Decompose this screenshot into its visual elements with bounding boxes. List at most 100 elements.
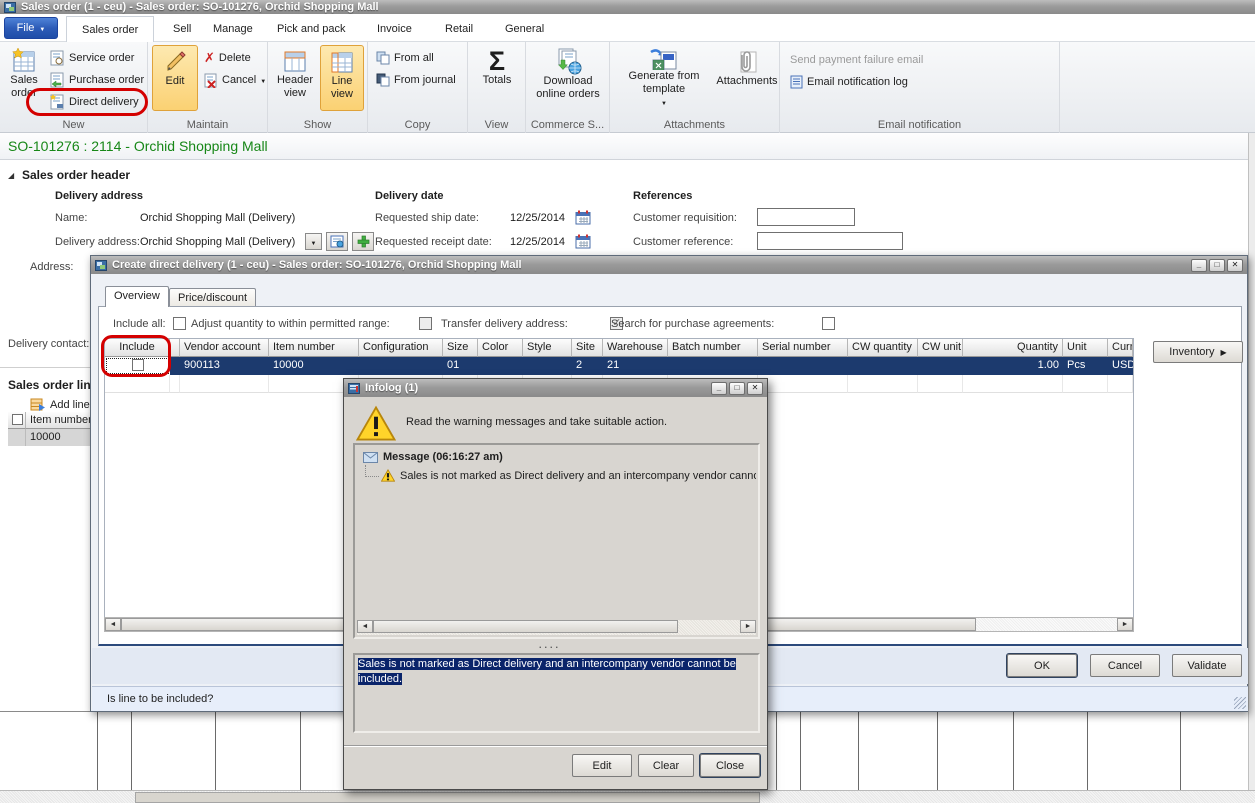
maximize-button[interactable]: □ <box>1209 259 1225 272</box>
group-references: References <box>633 190 692 202</box>
tab-sales-order[interactable]: Sales order <box>66 16 154 42</box>
window-title: Sales order (1 - ceu) - Sales order: SO-… <box>21 1 379 13</box>
direct-delivery-annotation <box>26 88 148 116</box>
send-payment-failure-email-button[interactable]: Send payment failure email <box>790 50 923 70</box>
customer-requisition-input[interactable] <box>757 208 855 226</box>
include-column-annotation <box>101 335 171 377</box>
clear-button[interactable]: Clear <box>638 754 694 777</box>
tab-overview[interactable]: Overview <box>105 286 169 307</box>
copy-from-all-icon <box>376 51 390 65</box>
service-order-button[interactable]: Service order <box>50 48 134 68</box>
file-menu-button[interactable]: File <box>4 17 58 39</box>
add-line-button[interactable]: Add line <box>30 398 90 411</box>
group-delivery-date: Delivery date <box>375 190 443 202</box>
tree-horizontal-scrollbar[interactable]: ◄ ► <box>357 620 756 635</box>
tab-price-discount[interactable]: Price/discount <box>169 288 256 307</box>
maximize-button[interactable]: □ <box>729 382 745 395</box>
from-all-button[interactable]: From all <box>376 48 434 68</box>
delivery-address-dropdown-button[interactable] <box>305 233 322 250</box>
sales-order-header-expander[interactable] <box>8 169 14 181</box>
infolog-instruction: Read the warning messages and take suita… <box>406 416 667 428</box>
infolog-detail-panel[interactable]: Sales is not marked as Direct delivery a… <box>353 653 760 733</box>
requested-ship-date-value[interactable]: 12/25/2014 <box>510 212 565 224</box>
message-header-item[interactable]: Message (06:16:27 am) <box>363 451 503 463</box>
resize-grip[interactable] <box>1234 697 1246 709</box>
tab-invoice[interactable]: Invoice <box>362 16 427 42</box>
grid-data-row[interactable]: 900113 10000 01 2 21 1.00 Pcs USD <box>105 357 1133 375</box>
scroll-left-arrow[interactable]: ◄ <box>105 618 121 631</box>
tab-retail[interactable]: Retail <box>430 16 488 42</box>
tree-connector <box>365 465 379 477</box>
vendor-account-cell: 900113 <box>180 357 269 375</box>
delete-button[interactable]: ✗ Delete <box>204 48 251 68</box>
scrollbar-thumb[interactable] <box>373 620 678 633</box>
requested-receipt-date-value[interactable]: 12/25/2014 <box>510 236 565 248</box>
add-address-button[interactable] <box>352 232 374 251</box>
tab-general[interactable]: General <box>490 16 559 42</box>
unit-cell: Pcs <box>1063 357 1108 375</box>
group-label-maintain: Maintain <box>148 119 267 131</box>
transfer-address-label: Transfer delivery address: <box>441 318 568 330</box>
small-warning-icon <box>381 469 395 482</box>
download-online-orders-button[interactable]: Download online orders <box>529 45 607 111</box>
generate-template-icon <box>649 48 679 70</box>
search-agreements-checkbox[interactable] <box>822 317 835 330</box>
include-all-checkbox[interactable] <box>173 317 186 330</box>
infolog-icon <box>348 383 360 394</box>
generate-from-template-button[interactable]: Generate from template <box>614 45 714 111</box>
dialog-title: Create direct delivery (1 - ceu) - Sales… <box>112 259 522 271</box>
file-menu-label: File <box>17 22 35 34</box>
cancel-button[interactable]: Cancel <box>204 70 266 90</box>
select-all-checkbox[interactable] <box>12 414 23 425</box>
view-address-map-button[interactable] <box>326 232 348 251</box>
line-view-button[interactable]: Line view <box>320 45 364 111</box>
window-horizontal-scrollbar[interactable] <box>0 790 1255 803</box>
grid-header-row[interactable]: Include Vendor account Item number Confi… <box>105 339 1133 357</box>
validate-button[interactable]: Validate <box>1172 654 1242 677</box>
infolog-title: Infolog (1) <box>365 382 418 394</box>
ribbon-group-show: Header view Line view Show <box>268 42 368 133</box>
inventory-button[interactable]: Inventory ▶ <box>1153 341 1243 363</box>
copy-from-journal-icon <box>376 73 390 87</box>
attachments-button[interactable]: Attachments <box>716 45 778 111</box>
totals-button[interactable]: Totals <box>473 45 521 111</box>
tab-pick-and-pack[interactable]: Pick and pack <box>262 16 360 42</box>
close-button[interactable]: ✕ <box>747 382 763 395</box>
new-sales-order-icon <box>11 48 37 74</box>
ok-button[interactable]: OK <box>1007 654 1077 677</box>
close-button[interactable]: ✕ <box>1227 259 1243 272</box>
ribbon-group-view: Totals View <box>468 42 526 133</box>
site-cell: 2 <box>572 357 603 375</box>
close-button[interactable]: Close <box>700 754 760 777</box>
group-label-new: New <box>0 119 147 131</box>
adjust-quantity-checkbox[interactable] <box>419 317 432 330</box>
email-notification-log-button[interactable]: Email notification log <box>790 72 908 92</box>
minimize-button[interactable]: _ <box>1191 259 1207 272</box>
button-divider <box>344 745 767 747</box>
edit-button[interactable]: Edit <box>572 754 632 777</box>
warning-message-item[interactable]: Sales is not marked as Direct delivery a… <box>381 469 756 482</box>
scroll-left-arrow[interactable]: ◄ <box>357 620 373 633</box>
scroll-right-arrow[interactable]: ► <box>1117 618 1133 631</box>
include-all-label: Include all: <box>113 318 166 330</box>
cancel-button[interactable]: Cancel <box>1090 654 1160 677</box>
direct-delivery-title-bar: Create direct delivery (1 - ceu) - Sales… <box>91 256 1247 274</box>
splitter-handle[interactable]: .... <box>539 640 561 650</box>
tab-manage[interactable]: Manage <box>198 16 268 42</box>
customer-reference-input[interactable] <box>757 232 903 250</box>
scrollbar-thumb[interactable] <box>135 792 760 803</box>
collapse-triangle-icon <box>8 169 14 181</box>
edit-button[interactable]: Edit <box>152 45 198 111</box>
purchase-order-button[interactable]: Purchase order <box>50 70 144 90</box>
calendar-icon[interactable] <box>575 234 591 252</box>
minimize-button[interactable]: _ <box>711 382 727 395</box>
chevron-down-icon <box>311 236 317 248</box>
from-journal-button[interactable]: From journal <box>376 70 456 90</box>
scroll-right-arrow[interactable]: ► <box>740 620 756 633</box>
delivery-address-value[interactable]: Orchid Shopping Mall (Delivery) <box>140 236 295 248</box>
requested-ship-date-label: Requested ship date: <box>375 212 479 224</box>
customer-reference-label: Customer reference: <box>633 236 733 248</box>
ribbon-group-email: Send payment failure email Email notific… <box>780 42 1060 133</box>
header-view-button[interactable]: Header view <box>272 45 318 111</box>
calendar-icon[interactable] <box>575 210 591 228</box>
